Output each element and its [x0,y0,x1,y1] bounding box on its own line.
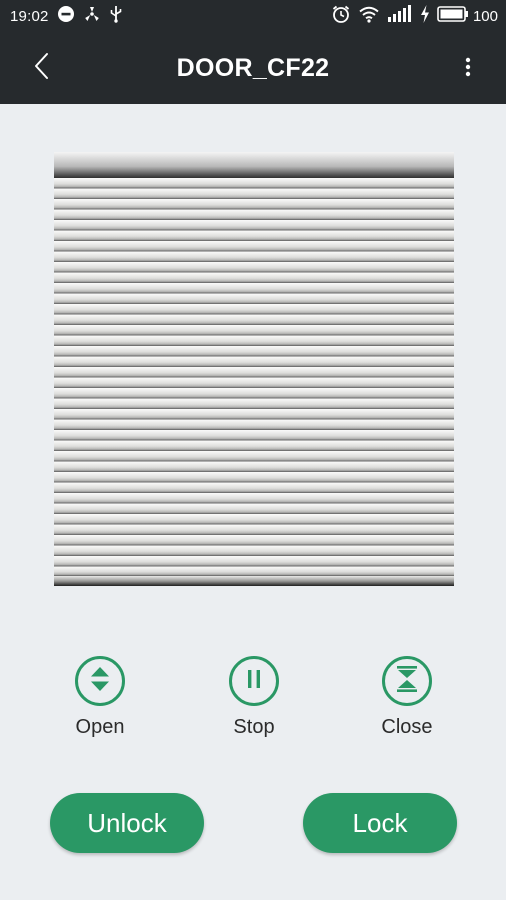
open-ring [75,656,125,706]
shutter-slat [54,188,454,199]
shutter-slat [54,346,454,357]
stop-ring [229,656,279,706]
shutter-door-image [54,152,454,586]
shutter-slat [54,419,454,430]
battery-level: 100 [472,7,498,25]
shutter-slat [54,482,454,493]
shutter-slat [54,293,454,304]
status-bar: 19:02 100 [0,0,506,32]
shutter-slat [54,472,454,483]
close-ring [382,656,432,706]
shutter-slat [54,304,454,315]
shutter-slat [54,367,454,378]
door-controls: Open Stop Close [0,656,506,756]
status-left-group: 19:02 [10,0,123,32]
alarm-icon [331,4,351,29]
shutter-slat [54,178,454,189]
charging-bolt-icon [420,4,430,28]
shutter-slat [54,377,454,388]
shutter-slat [54,409,454,420]
shutter-slat [54,440,454,451]
minus-circle-icon [57,5,75,28]
overflow-menu-button[interactable] [458,54,478,84]
open-label: Open [75,716,125,738]
shutter-slat [54,398,454,409]
shutter-slat [54,535,454,546]
shutter-slat [54,241,454,252]
shutter-slat [54,199,454,210]
status-right-group: 100 [331,0,498,32]
open-arrows-icon [87,665,113,698]
shutter-slat [54,220,454,231]
fan-icon [83,5,101,28]
shutter-slat [54,251,454,262]
status-time: 19:02 [10,7,49,25]
battery-icon [437,5,469,28]
shutter-slat [54,430,454,441]
shutter-slat [54,209,454,220]
more-vertical-icon [465,57,471,82]
unlock-button[interactable]: Unlock [50,793,204,853]
usb-icon [109,5,123,28]
shutter-slat [54,566,454,576]
shutter-slat [54,272,454,283]
shutter-slat [54,262,454,273]
pause-icon [245,668,263,695]
open-button[interactable]: Open [45,656,155,739]
shutter-slat [54,503,454,514]
shutter-slat [54,451,454,462]
shutter-slat [54,524,454,535]
stop-label: Stop [233,716,275,738]
close-label: Close [381,716,433,738]
shutter-slat [54,335,454,346]
shutter-slat [54,493,454,504]
app-bar: DOOR_CF22 [0,32,506,104]
shutter-slat [54,283,454,294]
shutter-slat [54,325,454,336]
shutter-slat [54,545,454,556]
shutter-slat [54,388,454,399]
signal-icon [387,4,413,28]
shutter-slat [54,230,454,241]
lock-button[interactable]: Lock [303,793,457,853]
close-arrows-icon [394,664,420,699]
shutter-slat [54,461,454,472]
shutter-slat [54,514,454,525]
shutter-slat [54,556,454,567]
shutter-slat [54,314,454,325]
stop-button[interactable]: Stop [199,656,309,739]
close-button[interactable]: Close [352,656,462,739]
shutter-slats-graphic [54,152,454,586]
wifi-icon [358,5,380,28]
page-title: DOOR_CF22 [176,53,330,82]
shutter-slat [54,356,454,367]
